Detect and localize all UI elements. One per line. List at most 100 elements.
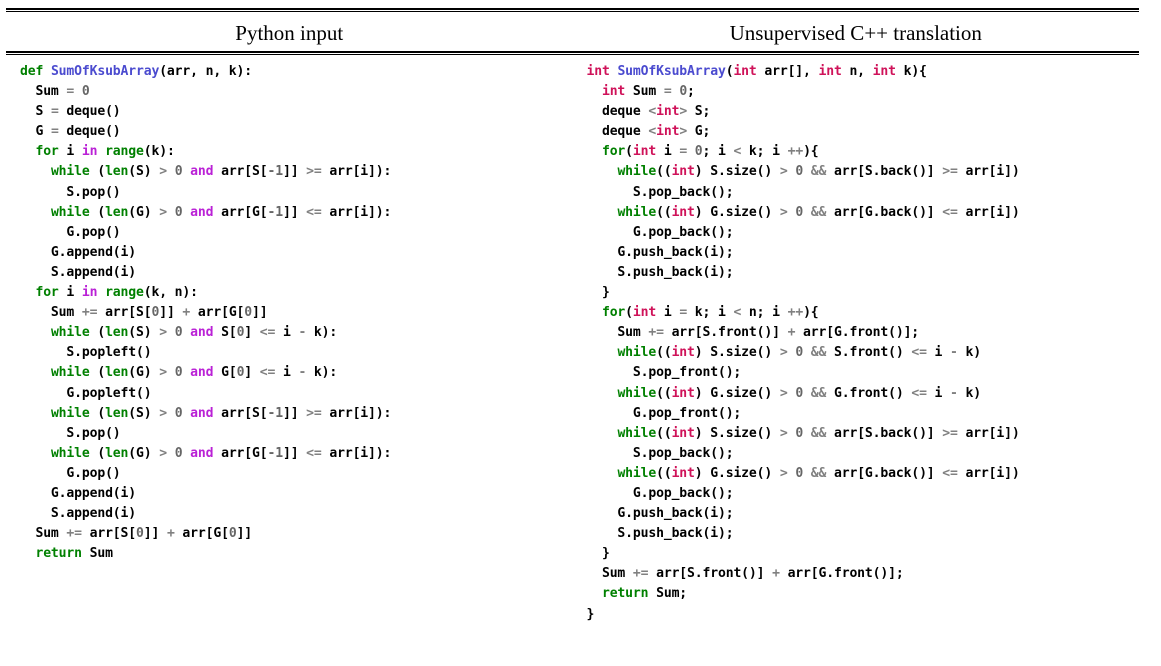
code-token-type: int <box>671 345 695 361</box>
code-line: S.append(i) <box>20 263 573 283</box>
code-token-num: 0 <box>795 164 804 180</box>
code-line: G.popleft() <box>20 384 573 404</box>
code-token-sym: <= <box>259 365 276 381</box>
code-token-plain: k): <box>306 325 338 341</box>
code-token-num: 0 <box>136 526 144 542</box>
code-token-plain: i <box>275 325 299 341</box>
code-token-type: int <box>656 104 680 120</box>
code-token-plain: G; <box>687 124 711 140</box>
code-token-sym: = <box>50 124 59 140</box>
code-token-kw: while <box>50 445 90 461</box>
code-token-plain: (( <box>656 345 672 361</box>
code-token-plain: i <box>275 365 299 381</box>
code-token-plain: ] <box>244 325 260 341</box>
code-token-op: and <box>190 405 214 421</box>
code-line: while (len(S) > 0 and arr[S[-1]] >= arr[… <box>20 404 573 424</box>
code-token-plain: arr[G.back()] <box>826 465 943 481</box>
code-token-sym: > <box>159 325 167 341</box>
code-token-num: -1 <box>267 204 284 220</box>
code-token-plain: ; i <box>702 144 734 160</box>
code-token-plain: arr[S[ <box>81 526 137 542</box>
code-token-sym: <= <box>306 445 322 461</box>
code-token-plain: } <box>586 606 595 622</box>
code-token-op: and <box>190 445 214 461</box>
code-token-num: 0 <box>795 345 804 361</box>
code-line: Sum += arr[S.front()] + arr[G.front()]; <box>587 564 1140 584</box>
code-token-plain: ]] <box>159 305 183 321</box>
column-header-cpp-translation: Unsupervised C++ translation <box>729 20 982 45</box>
code-line: while (len(G) > 0 and G[0] <= i - k): <box>20 363 573 383</box>
code-token-sym: - <box>950 345 958 361</box>
code-token-sym: - <box>950 385 958 401</box>
code-line: S = deque() <box>20 102 573 122</box>
code-token-sym: ++ <box>787 144 804 160</box>
code-token-plain: arr[S.front()] <box>663 325 788 341</box>
code-token-sym: >= <box>306 164 322 180</box>
code-token-plain: deque <box>586 124 649 140</box>
code-token-plain: k) <box>957 345 981 361</box>
code-token-plain: G.append(i) <box>20 244 136 260</box>
code-token-sym: < <box>648 124 657 140</box>
code-token-plain: ( <box>625 144 633 160</box>
code-token-plain: arr[G.back()] <box>826 204 943 220</box>
code-token-plain: Sum <box>81 546 113 562</box>
code-token-sym: && <box>810 345 827 361</box>
code-line: for i in range(k): <box>20 142 573 162</box>
code-token-sym: <= <box>306 204 322 220</box>
code-token-plain: } <box>586 546 610 562</box>
code-token-kw: while <box>617 345 657 361</box>
code-token-plain: (( <box>656 164 672 180</box>
code-token-plain: k) <box>957 385 981 401</box>
code-line: S.push_back(i); <box>587 263 1140 283</box>
code-token-sym: = <box>679 144 688 160</box>
code-token-sym: && <box>810 204 827 220</box>
code-token-kw: for <box>35 144 59 160</box>
code-token-num: 0 <box>244 305 253 321</box>
code-token-plain: S.pop() <box>20 184 121 200</box>
code-token-plain: ){ <box>803 305 819 321</box>
code-token-plain: ) G.size() <box>694 385 780 401</box>
code-token-kw: len <box>105 164 129 180</box>
code-line: G.pop() <box>20 464 573 484</box>
code-line: deque <int> G; <box>587 122 1140 142</box>
code-line: while((int) S.size() > 0 && S.front() <=… <box>587 343 1140 363</box>
code-token-plain: n, <box>841 64 873 79</box>
code-token-plain: } <box>586 285 610 301</box>
code-token-plain: ]] <box>252 305 268 321</box>
code-token-plain: ( <box>89 164 106 180</box>
code-token-kw: len <box>105 365 129 381</box>
table-header-rule <box>6 51 1139 53</box>
code-line: while((int) S.size() > 0 && arr[S.back()… <box>587 424 1140 444</box>
code-token-type: int <box>733 64 757 79</box>
code-token-plain: G.append(i) <box>20 485 136 501</box>
code-token-sym: > <box>779 204 788 220</box>
code-token-kw: while <box>50 164 90 180</box>
code-token-plain: i <box>58 285 82 301</box>
code-token-sym: += <box>632 566 649 582</box>
code-token-plain: arr[S.front()] <box>648 566 773 582</box>
code-token-plain: S.front() <box>826 345 912 361</box>
code-token-num: 0 <box>795 204 804 220</box>
code-token-type: int <box>671 465 695 481</box>
code-token-sym: += <box>81 305 98 321</box>
code-token-plain: ( <box>89 325 106 341</box>
code-token-plain: ( <box>89 365 106 381</box>
code-token-plain: k): <box>306 365 338 381</box>
code-token-op: and <box>190 325 214 341</box>
code-token-op: and <box>190 164 214 180</box>
code-token-type: int <box>671 425 695 441</box>
code-token-sym: > <box>779 345 788 361</box>
